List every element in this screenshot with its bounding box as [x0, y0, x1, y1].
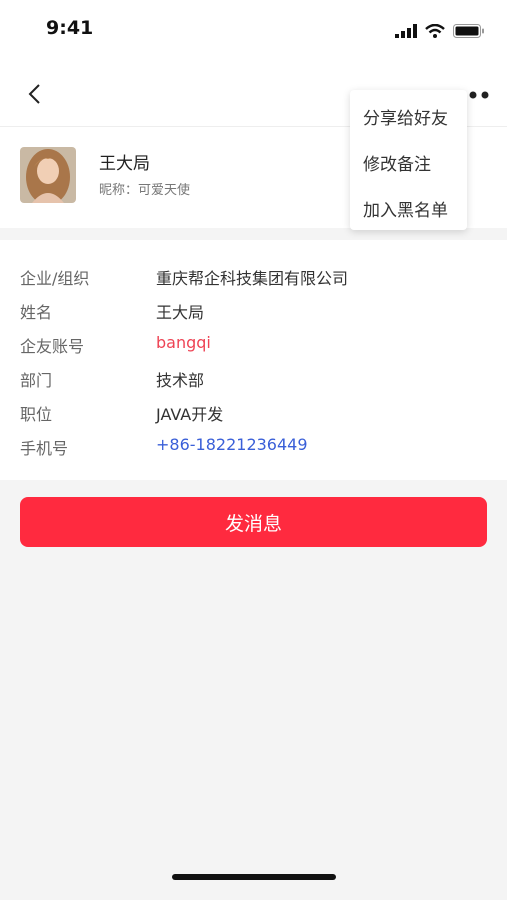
info-row-position: 职位 JAVA开发 — [0, 395, 507, 429]
wifi-icon — [425, 24, 445, 38]
info-label: 企友账号 — [20, 337, 85, 356]
status-bar: 9:41 — [0, 0, 507, 60]
more-menu: 分享给好友 修改备注 加入黑名单 — [350, 90, 467, 230]
info-value: 重庆帮企科技集团有限公司 — [156, 269, 349, 288]
info-row-company: 企业/组织 重庆帮企科技集团有限公司 — [0, 259, 507, 293]
info-label: 职位 — [20, 405, 53, 424]
info-label: 部门 — [20, 371, 53, 390]
chevron-left-icon[interactable] — [22, 80, 50, 108]
info-label: 企业/组织 — [20, 269, 90, 288]
battery-icon — [453, 24, 484, 38]
avatar[interactable] — [20, 147, 76, 203]
info-row-account: 企友账号 bangqi — [0, 327, 507, 361]
phone-link[interactable]: +86-18221236449 — [156, 435, 308, 454]
account-value[interactable]: bangqi — [156, 333, 211, 352]
status-icons — [395, 24, 485, 38]
home-indicator — [172, 874, 336, 880]
more-dots-icon[interactable] — [465, 88, 493, 102]
info-label: 手机号 — [20, 439, 69, 458]
signal-icon — [395, 24, 417, 38]
info-value: JAVA开发 — [156, 405, 224, 424]
status-time: 9:41 — [46, 17, 94, 39]
menu-item-blacklist[interactable]: 加入黑名单 — [363, 196, 448, 221]
info-value: 王大局 — [156, 303, 205, 322]
info-row-name: 姓名 王大局 — [0, 293, 507, 327]
send-message-button[interactable]: 发消息 — [20, 497, 487, 547]
menu-item-edit-remark[interactable]: 修改备注 — [363, 150, 431, 175]
info-row-phone: 手机号 +86-18221236449 — [0, 429, 507, 463]
info-label: 姓名 — [20, 303, 53, 322]
info-list: 企业/组织 重庆帮企科技集团有限公司 姓名 王大局 企友账号 bangqi 部门… — [0, 240, 507, 480]
profile-nickname: 昵称：可爱天使 — [99, 183, 191, 198]
info-row-department: 部门 技术部 — [0, 361, 507, 395]
profile-name: 王大局 — [99, 154, 150, 174]
info-value: 技术部 — [156, 371, 205, 390]
menu-item-share[interactable]: 分享给好友 — [363, 104, 448, 129]
